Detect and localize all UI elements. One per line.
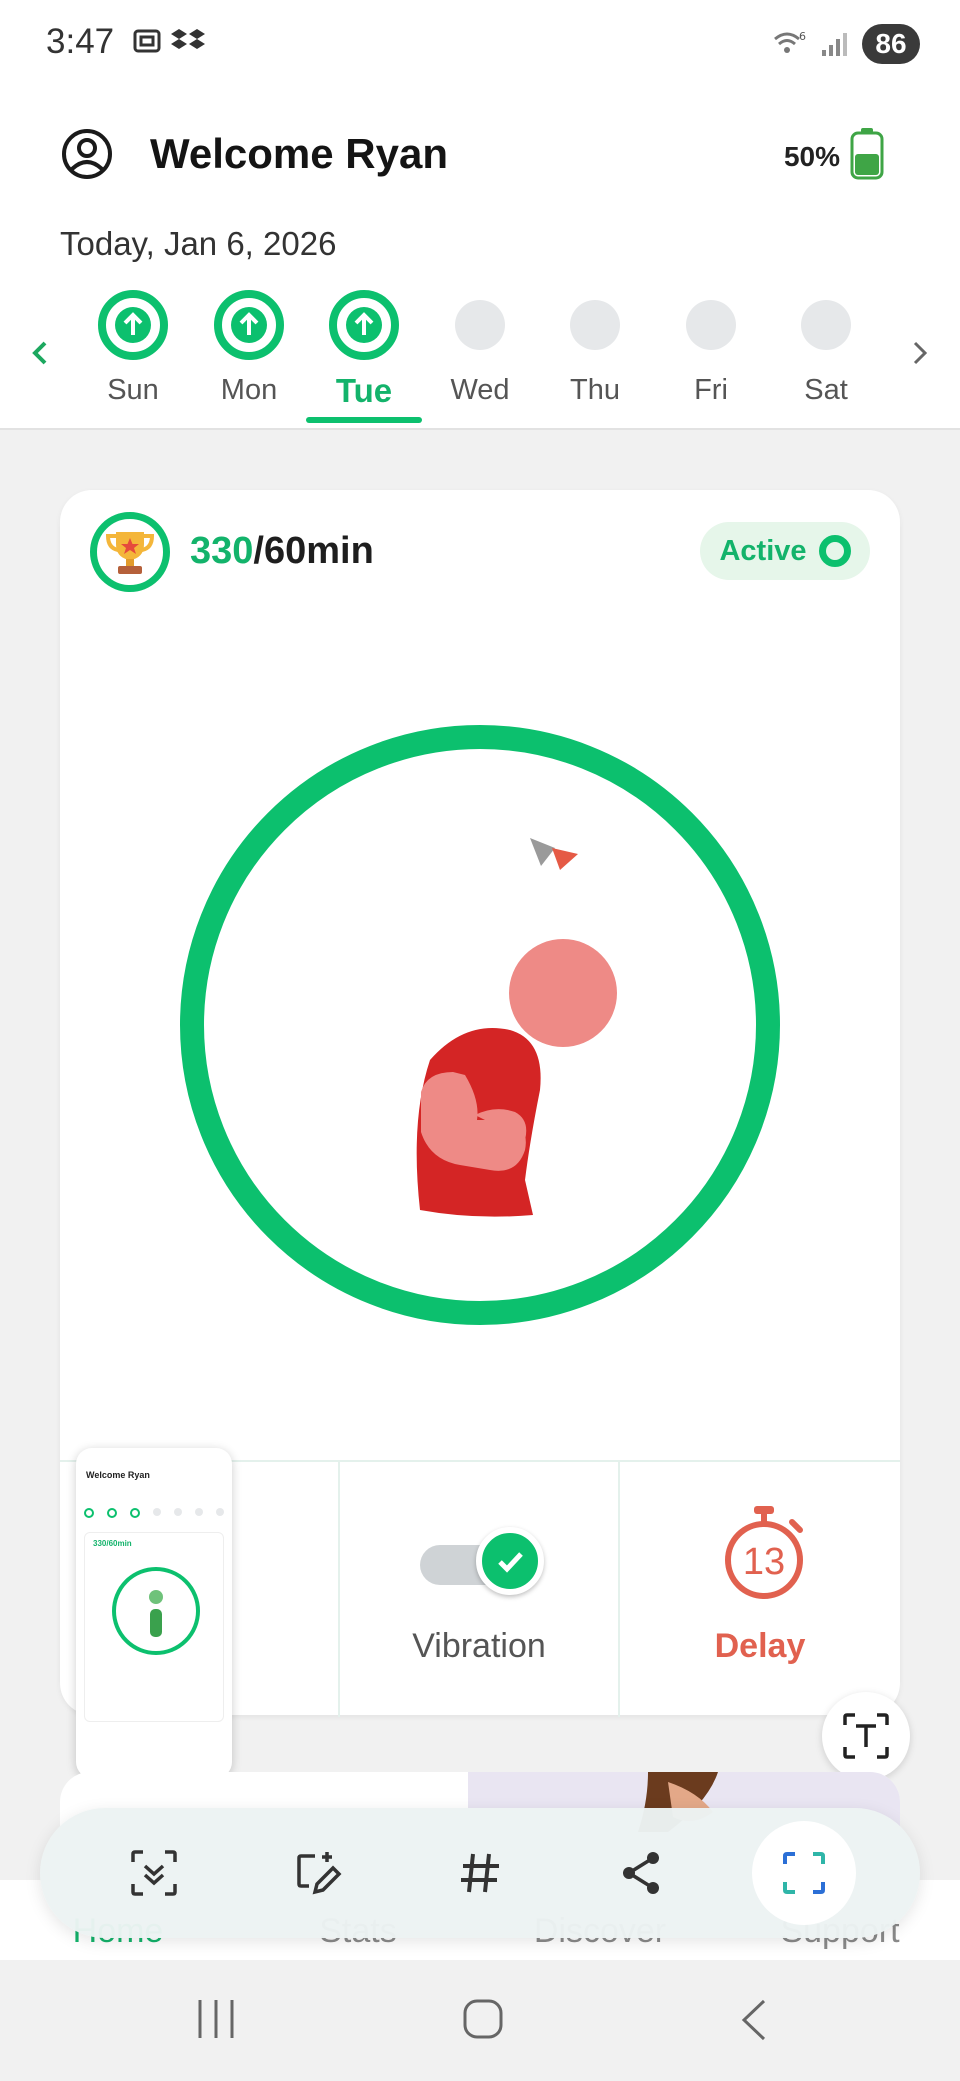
day-tue[interactable]: Tue [306,290,422,423]
scroll-capture-icon [131,1850,177,1896]
delay-value: 13 [743,1541,785,1583]
svg-text:6: 6 [799,30,806,43]
next-week-arrow[interactable] [910,336,930,375]
thumbnail-ring-icon [112,1567,200,1655]
day-pending-dot [686,300,736,350]
wifi-icon: 6 [774,30,806,53]
vibration-label: Vibration [412,1627,546,1665]
text-extract-button[interactable] [822,1692,910,1780]
home-icon[interactable] [462,1998,504,2040]
check-icon [498,1552,523,1573]
day-complete-icon [329,290,399,360]
day-label: Sun [107,374,159,406]
day-label: Fri [694,374,728,406]
day-pending-dot [455,300,505,350]
status-icons-right: 6 86 [772,24,920,64]
device-battery-icon [850,128,884,180]
arrow-up-icon [346,307,382,343]
draw-edit-button[interactable] [276,1831,360,1915]
day-mon[interactable]: Mon [191,290,307,407]
text-scan-icon [843,1713,889,1759]
recent-apps-icon[interactable] [196,1998,236,2040]
day-fri[interactable]: Fri [653,290,769,407]
dropbox-icon [171,29,205,49]
day-label: Wed [450,374,510,406]
status-bar: 3:47 6 86 [0,0,960,90]
signal-icon [822,33,847,56]
thumbnail-card: 330/60min [84,1532,224,1722]
daily-score: 330/60min [190,530,374,573]
hashtag-icon [461,1853,499,1893]
score-total: /60min [253,530,374,572]
toggle-knob [476,1527,544,1595]
status-badge[interactable]: Active [700,522,870,580]
day-label: Mon [220,374,278,406]
day-label: Tue [335,372,393,409]
day-sun[interactable]: Sun [75,290,191,407]
share-icon [623,1852,659,1894]
day-thu[interactable]: Thu [537,290,653,407]
crop-frame-icon [783,1852,825,1894]
screenshot-icon [133,29,161,53]
chevron-left-icon [32,341,47,365]
phone-battery-badge: 86 [862,24,920,64]
selected-day-indicator [306,417,422,423]
delay-control[interactable]: 13 Delay [620,1462,900,1717]
trophy-icon [105,532,155,574]
vibration-control[interactable]: Vibration [340,1462,620,1717]
vibration-toggle[interactable] [420,1527,544,1607]
arrow-up-icon [231,307,267,343]
screenshot-toolbar [40,1808,920,1938]
day-complete-icon [98,290,168,360]
edit-draw-icon [297,1852,342,1895]
status-time: 3:47 [46,22,115,61]
system-navigation-bar [0,1960,960,2081]
day-complete-icon [214,290,284,360]
back-icon[interactable] [738,1998,770,2042]
timer-icon: 13 [725,1506,803,1599]
day-wed[interactable]: Wed [422,290,538,407]
date-label: Today, Jan 6, 2026 [60,225,337,262]
trophy-badge [90,512,170,592]
hashtag-button[interactable] [438,1831,522,1915]
status-icons-left [132,26,206,56]
arrow-up-icon [115,307,151,343]
chevron-right-icon [913,341,928,365]
day-label: Sat [804,374,848,406]
page-title: Welcome Ryan [150,130,448,177]
prev-week-arrow[interactable] [30,336,50,375]
crop-capture-button[interactable] [752,1821,856,1925]
posture-visual [180,725,780,1325]
profile-icon[interactable] [60,127,114,181]
day-label: Thu [570,374,620,406]
device-battery-percent: 50% [783,141,840,172]
thumbnail-score: 330/60min [93,1539,132,1548]
day-pending-dot [801,300,851,350]
share-button[interactable] [600,1831,684,1915]
thumbnail-title: Welcome Ryan [86,1470,150,1480]
top-header-area: 3:47 6 86 Welcome Ryan 50% Today, Jan 6,… [0,0,960,430]
thumbnail-week [84,1508,224,1518]
delay-label: Delay [714,1627,806,1665]
score-value: 330 [190,530,254,572]
day-sat[interactable]: Sat [768,290,884,407]
status-ring-icon [818,535,851,567]
status-badge-label: Active [719,534,807,567]
day-pending-dot [570,300,620,350]
scroll-capture-button[interactable] [112,1831,196,1915]
week-selector: Sun Mon Tue Wed Thu Fri Sat [0,290,960,430]
screenshot-thumbnail[interactable]: Welcome Ryan 330/60min [76,1448,232,1778]
header-divider [0,428,960,430]
